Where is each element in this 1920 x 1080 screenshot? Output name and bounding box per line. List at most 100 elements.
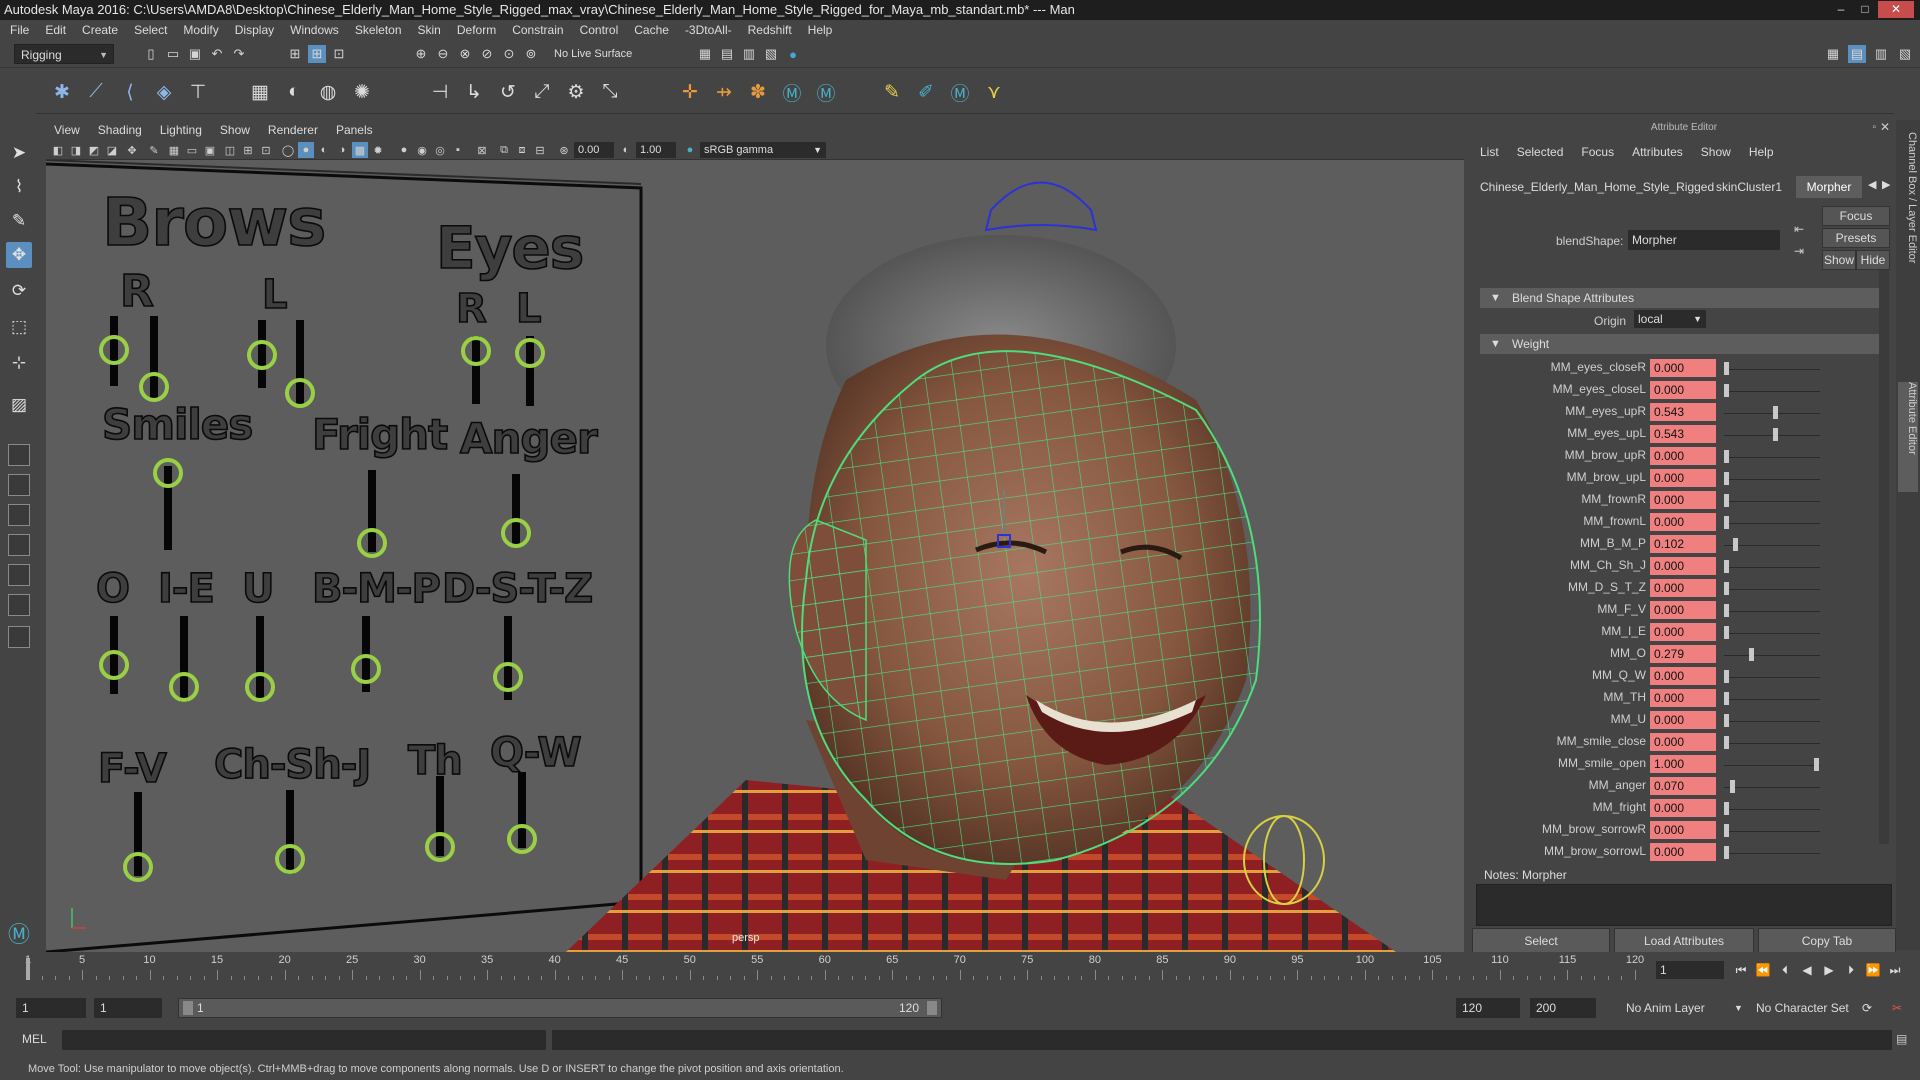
weight-slider-track[interactable] <box>1724 787 1820 788</box>
weight-slider-thumb[interactable] <box>1724 714 1729 727</box>
mirror-joint-icon[interactable]: ⊤ <box>184 78 212 106</box>
weight-slider-thumb[interactable] <box>1773 428 1778 441</box>
ik-fk-icon[interactable]: ⇸ <box>710 78 738 106</box>
weight-value-field[interactable]: 0.000 <box>1650 579 1716 597</box>
weight-slider-thumb[interactable] <box>1724 384 1729 397</box>
weight-value-field[interactable]: 0.000 <box>1650 601 1716 619</box>
ik-spline-icon[interactable]: ⟨ <box>116 78 144 106</box>
color-management-icon[interactable]: ● <box>682 142 698 158</box>
undo-icon[interactable]: ↶ <box>208 45 226 63</box>
new-scene-icon[interactable]: ▯ <box>142 45 160 63</box>
universal-manip-icon[interactable]: ⊹ <box>6 350 32 376</box>
weight-slider-thumb[interactable] <box>1724 362 1729 375</box>
weight-slider-track[interactable] <box>1724 391 1820 392</box>
snap-surface-icon[interactable]: ⊙ <box>500 45 518 63</box>
weight-slider-thumb[interactable] <box>1724 604 1729 617</box>
vp-menu-show[interactable]: Show <box>220 123 250 137</box>
attribute-scrollbar[interactable] <box>1879 270 1889 844</box>
hypershade-icon[interactable]: ● <box>784 45 802 63</box>
anim-layer-select[interactable]: No Anim Layer <box>1626 998 1705 1018</box>
paint-select-icon[interactable]: ✎ <box>6 208 32 234</box>
current-frame-field[interactable]: 1 <box>1656 961 1724 979</box>
wireframe-on-shaded-icon[interactable]: ◐ <box>316 142 332 158</box>
ipr-render-icon[interactable]: ▥ <box>740 45 758 63</box>
weight-value-field[interactable]: 0.543 <box>1650 403 1716 421</box>
shadows-icon[interactable]: ● <box>396 142 412 158</box>
point-constraint-icon[interactable]: ⊣ <box>426 78 454 106</box>
th-control[interactable] <box>425 832 455 862</box>
weight-value-field[interactable]: 0.000 <box>1650 667 1716 685</box>
xray-active-icon[interactable]: ⊟ <box>532 142 548 158</box>
weight-slider-thumb[interactable] <box>1773 406 1778 419</box>
weight-slider-track[interactable] <box>1724 809 1820 810</box>
layout-icon[interactable]: ▦ <box>1824 45 1842 63</box>
smooth-shade-icon[interactable]: ● <box>298 142 314 158</box>
resolution-gate-icon[interactable]: ▣ <box>202 142 218 158</box>
scale-tool-icon[interactable]: ⬚ <box>6 314 32 340</box>
weight-slider-thumb[interactable] <box>1724 692 1729 705</box>
weight-slider-thumb[interactable] <box>1724 670 1729 683</box>
weight-slider-track[interactable] <box>1724 413 1820 414</box>
field-chart-icon[interactable]: ⊞ <box>240 142 256 158</box>
command-input[interactable] <box>62 1030 546 1050</box>
scale-constraint-icon[interactable]: ⤢ <box>528 78 556 106</box>
persp-graph-layout-icon[interactable] <box>8 564 30 586</box>
textured-icon[interactable]: ▩ <box>352 142 368 158</box>
weight-slider-track[interactable] <box>1724 699 1820 700</box>
d-s-t-z-control[interactable] <box>493 662 523 692</box>
tab-mesh-node[interactable]: Chinese_Elderly_Man_Home_Style_Rigged <box>1476 176 1718 198</box>
weight-slider-thumb[interactable] <box>1724 494 1729 507</box>
grease-pencil-icon[interactable]: ✎ <box>146 142 162 158</box>
weight-value-field[interactable]: 0.000 <box>1650 513 1716 531</box>
tab-skincluster[interactable]: skinCluster1 <box>1712 176 1786 198</box>
fright-control[interactable] <box>357 528 387 558</box>
focus-button[interactable]: Focus <box>1822 206 1890 226</box>
select-component-icon[interactable]: ⊡ <box>330 45 348 63</box>
weight-slider-thumb[interactable] <box>1724 626 1729 639</box>
script-language-label[interactable]: MEL <box>22 1032 47 1046</box>
safe-action-icon[interactable]: ⊡ <box>258 142 274 158</box>
weight-value-field[interactable]: 0.000 <box>1650 359 1716 377</box>
paint-weights-icon[interactable]: ◐ <box>280 78 308 106</box>
tab-attribute-editor[interactable]: Attribute Editor <box>1898 382 1918 492</box>
f-v-control[interactable] <box>123 852 153 882</box>
step-back-frame-icon[interactable]: ⏴ <box>1776 961 1794 979</box>
maya-script-c-icon[interactable]: Ⓜ <box>946 78 974 106</box>
weight-slider-thumb[interactable] <box>1724 824 1729 837</box>
playback-end-field[interactable]: 120 <box>1456 998 1520 1018</box>
smiles-control[interactable] <box>153 458 183 488</box>
lattice-icon[interactable]: ◍ <box>314 78 342 106</box>
use-lights-icon[interactable]: ✹ <box>370 142 386 158</box>
menu-modify[interactable]: Modify <box>183 23 218 37</box>
weight-value-field[interactable]: 0.279 <box>1650 645 1716 663</box>
gamma-icon[interactable]: ◐ <box>618 142 634 158</box>
output-connections-icon[interactable]: ⇥ <box>1794 244 1804 258</box>
show-button[interactable]: Show <box>1822 250 1856 270</box>
hide-button[interactable]: Hide <box>1856 250 1890 270</box>
rotate-tool-icon[interactable]: ⟳ <box>6 278 32 304</box>
hypershade-layout-icon[interactable] <box>8 594 30 616</box>
render-frame-icon[interactable]: ▦ <box>696 45 714 63</box>
locator-icon[interactable]: ✛ <box>676 78 704 106</box>
weight-value-field[interactable]: 0.000 <box>1650 557 1716 575</box>
xray-icon[interactable]: ⧉ <box>496 142 512 158</box>
anim-preferences-icon[interactable]: ✂ <box>1892 998 1902 1018</box>
weight-slider-thumb[interactable] <box>1733 538 1738 551</box>
tab-channel-box-layer-editor[interactable]: Channel Box / Layer Editor <box>1898 132 1918 342</box>
camera-attr-icon[interactable]: ◨ <box>68 142 84 158</box>
step-forward-frame-icon[interactable]: ⏵ <box>1842 961 1860 979</box>
snap-point-icon[interactable]: ⊗ <box>456 45 474 63</box>
ae-menu-selected[interactable]: Selected <box>1517 142 1564 162</box>
weight-slider-track[interactable] <box>1724 435 1820 436</box>
snap-grid-icon[interactable]: ⊕ <box>412 45 430 63</box>
menu-help[interactable]: Help <box>808 23 833 37</box>
xray-joints-icon[interactable]: ⧈ <box>514 142 530 158</box>
range-bar[interactable]: 1 120 <box>178 998 942 1018</box>
menu-3dtoall[interactable]: -3DtoAll- <box>685 23 732 37</box>
render-sequence-icon[interactable]: ▤ <box>718 45 736 63</box>
section-weight[interactable]: ▼ Weight <box>1480 334 1880 354</box>
save-scene-icon[interactable]: ▣ <box>186 45 204 63</box>
weight-value-field[interactable]: 0.000 <box>1650 843 1716 861</box>
film-gate-icon[interactable]: ▭ <box>184 142 200 158</box>
ae-menu-help[interactable]: Help <box>1749 142 1774 162</box>
